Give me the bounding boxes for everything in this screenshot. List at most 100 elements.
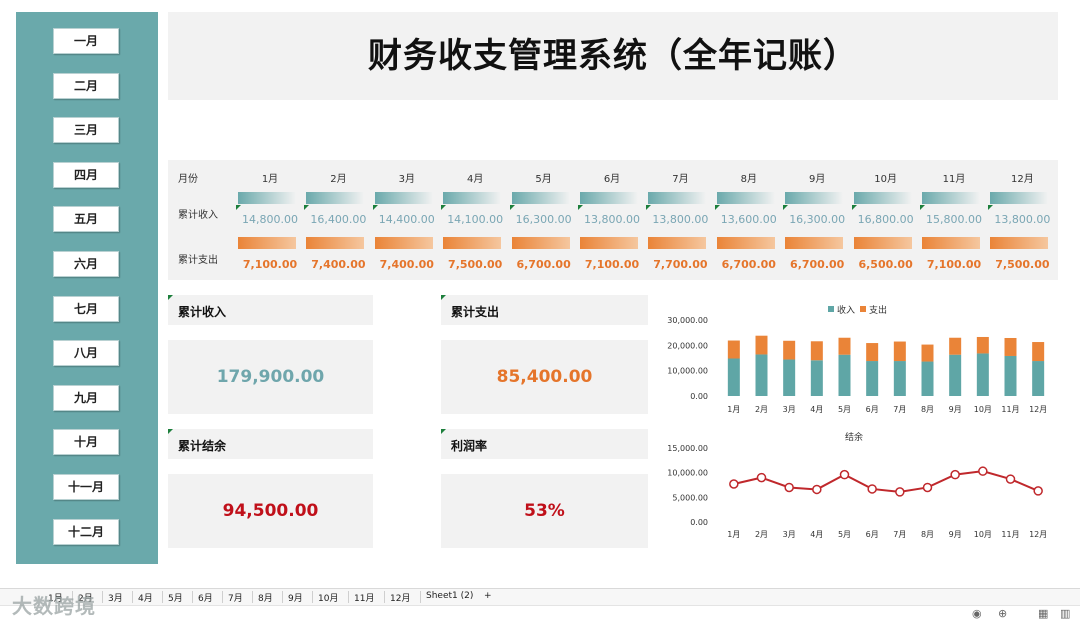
x-tick-label: 7月 xyxy=(893,405,906,414)
y-tick-label: 5,000.00 xyxy=(672,493,708,502)
sheet-tab[interactable]: 11月 xyxy=(354,591,374,604)
income-bar xyxy=(810,360,823,396)
crosshair-icon[interactable]: ⊕ xyxy=(998,607,1007,620)
month-column-header: 2月 xyxy=(330,174,347,185)
expense-value-cell: 6,700.00 xyxy=(790,258,845,271)
expense-value-cell: 6,700.00 xyxy=(516,258,571,271)
month-nav-button[interactable]: 十二月 xyxy=(53,518,119,545)
month-column-header: 12月 xyxy=(1011,174,1034,185)
balance-line-chart[interactable]: 结余 0.00 5,000.00 10,000.00 15,000.00 1月 2月 3月 4月… xyxy=(660,428,1060,546)
sheet-tab[interactable]: 10月 xyxy=(318,591,338,604)
month-column-header: 5月 xyxy=(535,174,552,185)
month-column-header: 9月 xyxy=(809,174,826,185)
income-databar xyxy=(580,192,638,204)
cell-comment-marker xyxy=(441,205,447,210)
x-tick-label: 3月 xyxy=(783,530,796,539)
income-total-label: 累计收入 xyxy=(178,305,227,319)
balance-point xyxy=(978,466,988,476)
cell-comment-marker xyxy=(578,205,583,210)
balance-point xyxy=(867,484,877,494)
expense-value-cell: 7,700.00 xyxy=(653,258,708,271)
income-value-cell: 16,300.00 xyxy=(789,213,846,226)
balance-line xyxy=(733,470,1039,493)
x-tick-label: 5月 xyxy=(838,530,851,539)
y-tick-label: 20,000.00 xyxy=(667,341,708,350)
x-tick-label: 2月 xyxy=(755,530,768,539)
sheet-tab[interactable]: 5月 xyxy=(168,591,183,604)
income-databar xyxy=(990,192,1049,204)
x-tick-label: 9月 xyxy=(949,405,962,414)
month-nav-button[interactable]: 六月 xyxy=(53,251,119,277)
normal-view-icon[interactable]: ▦ xyxy=(1038,607,1048,620)
month-nav-button[interactable]: 四月 xyxy=(53,161,119,188)
income-expense-stacked-bar-chart[interactable]: 收入 支出 0.00 10,000.00 20,000.00 30,000.00 1月 2月 3… xyxy=(660,296,1060,420)
balance-point xyxy=(812,484,822,495)
month-nav-button[interactable]: 十月 xyxy=(53,429,119,456)
cell-comment-marker xyxy=(783,205,789,210)
income-databar xyxy=(238,192,296,204)
x-tick-label: 1月 xyxy=(727,405,740,414)
expense-databar xyxy=(580,237,638,249)
legend-label: 收入 xyxy=(837,304,855,316)
y-tick-label: 30,000.00 xyxy=(667,316,708,325)
month-column-header: 6月 xyxy=(603,174,621,185)
month-nav-button[interactable]: 三月 xyxy=(53,117,119,144)
expense-bar xyxy=(783,340,796,360)
sheet-tab[interactable]: 8月 xyxy=(258,591,273,604)
x-tick-label: 12月 xyxy=(1029,530,1047,539)
month-nav-button[interactable]: 五月 xyxy=(53,206,119,233)
profit-rate-value: 53% xyxy=(524,501,565,521)
expense-databar xyxy=(716,237,775,249)
x-tick-label: 4月 xyxy=(810,405,823,414)
sheet-tab[interactable]: 7月 xyxy=(228,591,243,604)
month-column-header: 7月 xyxy=(672,174,689,185)
income-value-cell: 13,800.00 xyxy=(994,213,1051,226)
sheet-tab[interactable]: Sheet1 (2) xyxy=(426,591,473,601)
expense-bar xyxy=(949,337,962,355)
sheet-tab[interactable]: 6月 xyxy=(198,591,213,604)
expense-bar xyxy=(866,343,879,362)
expense-total-label: 累计支出 xyxy=(451,305,500,319)
income-bar xyxy=(727,358,740,396)
income-bar xyxy=(921,361,934,396)
expense-total-label-box: 累计支出 xyxy=(441,295,648,325)
month-nav-button[interactable]: 十一月 xyxy=(53,474,119,500)
month-nav-button[interactable]: 二月 xyxy=(53,72,119,99)
sheet-tab[interactable]: 12月 xyxy=(390,591,410,604)
chart-title: 结余 xyxy=(845,431,863,443)
income-value-cell: 14,800.00 xyxy=(242,213,298,226)
month-column-header: 8月 xyxy=(740,174,757,185)
x-tick-label: 8月 xyxy=(921,405,934,414)
month-nav-button[interactable]: 一月 xyxy=(53,28,119,54)
income-value-cell: 13,800.00 xyxy=(652,213,709,226)
income-value-cell: 16,300.00 xyxy=(515,213,572,226)
expense-value-cell: 6,500.00 xyxy=(858,258,913,271)
income-databar xyxy=(716,192,775,204)
balance-point xyxy=(1033,486,1043,496)
page-layout-icon[interactable]: ▥ xyxy=(1060,607,1070,620)
income-value-cell: 15,800.00 xyxy=(926,213,982,226)
income-bar xyxy=(1004,355,1017,396)
month-nav-button[interactable]: 八月 xyxy=(53,340,119,367)
sheet-tab[interactable]: 3月 xyxy=(108,591,123,604)
watermark-logo: 大数跨境 xyxy=(12,594,96,618)
expense-databar xyxy=(648,237,707,249)
balance-point xyxy=(729,479,739,489)
month-nav-button[interactable]: 七月 xyxy=(53,295,119,322)
sheet-tab[interactable]: 4月 xyxy=(138,591,153,604)
month-nav-button[interactable]: 九月 xyxy=(53,384,119,411)
add-sheet-button[interactable]: + xyxy=(484,591,492,601)
income-bar xyxy=(783,359,796,396)
income-databar xyxy=(853,192,912,204)
income-value-cell: 13,600.00 xyxy=(720,213,777,226)
month-column-header: 11月 xyxy=(942,174,966,185)
eye-icon[interactable]: ◉ xyxy=(972,607,982,620)
tab-divider xyxy=(420,591,421,603)
tab-divider xyxy=(132,591,133,603)
sheet-tab[interactable]: 9月 xyxy=(288,591,303,604)
expense-value-cell: 7,400.00 xyxy=(311,258,366,271)
x-tick-label: 10月 xyxy=(974,405,992,414)
expense-databar xyxy=(990,237,1049,249)
title-banner: 财务收支管理系统（全年记账） xyxy=(168,12,1058,100)
income-total-card: 179,900.00 xyxy=(168,340,373,414)
